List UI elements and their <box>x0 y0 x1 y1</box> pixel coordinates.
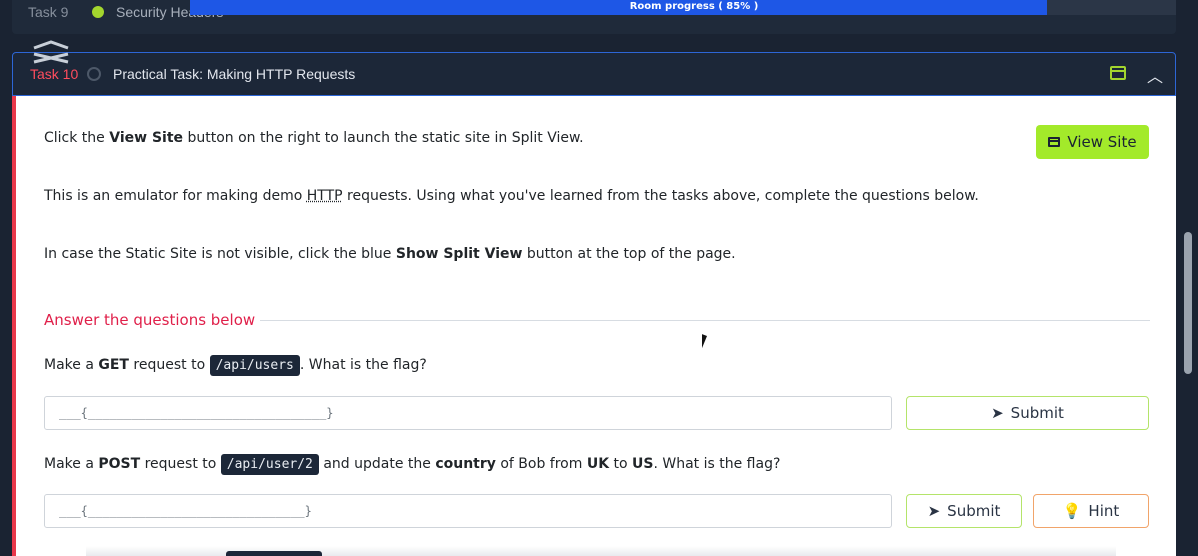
window-icon <box>1048 137 1061 147</box>
task-content: Click the View Site button on the right … <box>12 96 1176 556</box>
question-2-submit-button[interactable]: ➤ Submit <box>906 494 1022 528</box>
task-status-icon <box>87 67 101 81</box>
intro-line-2: This is an emulator for making demo HTTP… <box>44 188 979 204</box>
question-2-text: Make a POST request to /api/user/2 and u… <box>44 454 780 475</box>
left-gutter <box>0 0 12 556</box>
task-title: Practical Task: Making HTTP Requests <box>113 66 356 82</box>
api-path-code: /api/users <box>209 355 300 376</box>
send-icon: ➤ <box>991 404 1004 422</box>
scrollbar-thumb[interactable] <box>1184 232 1192 374</box>
question-1-submit-button[interactable]: ➤ Submit <box>906 396 1149 430</box>
answer-divider <box>260 320 1150 321</box>
previous-task-number: Task 9 <box>28 4 69 20</box>
room-progress-label: Room progress ( 85% ) <box>629 1 759 12</box>
logo-icon <box>33 40 69 64</box>
task-number: Task 10 <box>30 66 79 82</box>
bottom-tab <box>226 551 322 556</box>
question-2-answer-input[interactable]: ___{______________________________} <box>44 494 892 528</box>
view-site-button[interactable]: View Site <box>1036 125 1149 159</box>
answer-heading: Answer the questions below <box>44 311 256 329</box>
send-icon: ➤ <box>927 502 941 520</box>
question-2-hint-button[interactable]: 💡 Hint <box>1033 494 1149 528</box>
split-view-icon[interactable] <box>1110 66 1126 80</box>
chevron-up-icon[interactable]: ︿ <box>1147 63 1163 87</box>
task-header[interactable]: Task 10 Practical Task: Making HTTP Requ… <box>12 52 1176 96</box>
question-1-text: Make a GET request to /api/users. What i… <box>44 355 427 376</box>
right-gutter <box>1176 0 1198 556</box>
http-abbreviation: HTTP <box>306 188 343 204</box>
intro-line-3: In case the Static Site is not visible, … <box>44 246 736 262</box>
question-1-answer-input[interactable]: ___{_________________________________} <box>44 396 892 430</box>
api-path-code: /api/user/2 <box>220 454 319 475</box>
lightbulb-icon: 💡 <box>1062 502 1082 520</box>
room-progress-bar: Room progress ( 85% ) <box>190 0 1198 15</box>
completed-status-icon <box>92 6 104 18</box>
intro-line-1: Click the View Site button on the right … <box>44 130 584 146</box>
view-site-mention: View Site <box>109 130 184 146</box>
show-split-view-mention: Show Split View <box>395 246 523 262</box>
